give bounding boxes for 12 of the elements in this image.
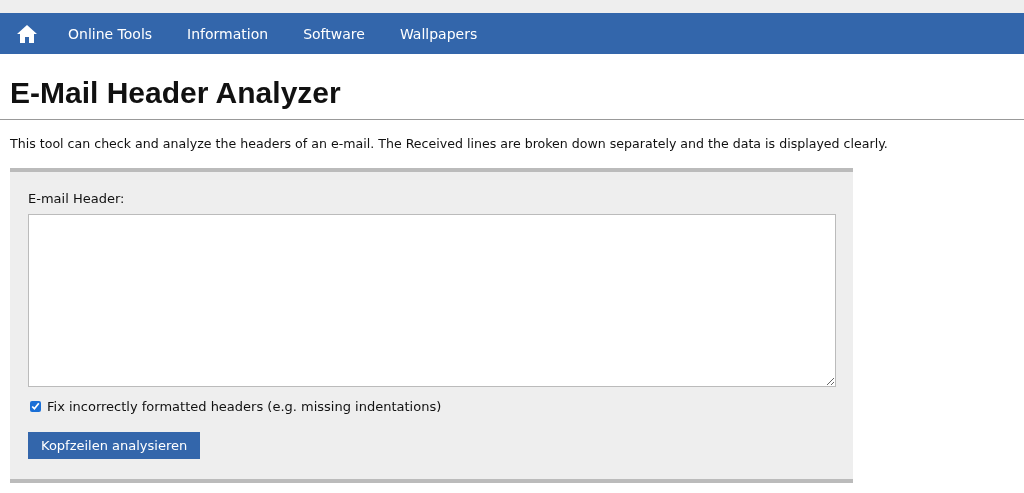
page-title: E-Mail Header Analyzer <box>10 76 342 110</box>
nav-link[interactable]: Information <box>187 25 269 42</box>
fix-checkbox[interactable] <box>30 401 41 412</box>
header-input-field[interactable] <box>28 214 836 387</box>
checkbox-label: Fix incorrectly formatted headers (e.g. missing indentations) <box>47 399 442 414</box>
nav-link[interactable]: Software <box>303 25 365 42</box>
analyze-button[interactable]: Kopfzeilen analysieren <box>28 432 201 459</box>
field-label: E-mail Header: <box>28 191 125 207</box>
nav-link[interactable]: Wallpapers <box>399 25 478 42</box>
home-icon[interactable] <box>16 23 38 44</box>
description: This tool can check and analyze the headers of an e-mail. The Received lines are broken down separately and the data is displayed clearly. <box>10 136 889 152</box>
nav-link[interactable]: Online Tools <box>68 25 153 42</box>
